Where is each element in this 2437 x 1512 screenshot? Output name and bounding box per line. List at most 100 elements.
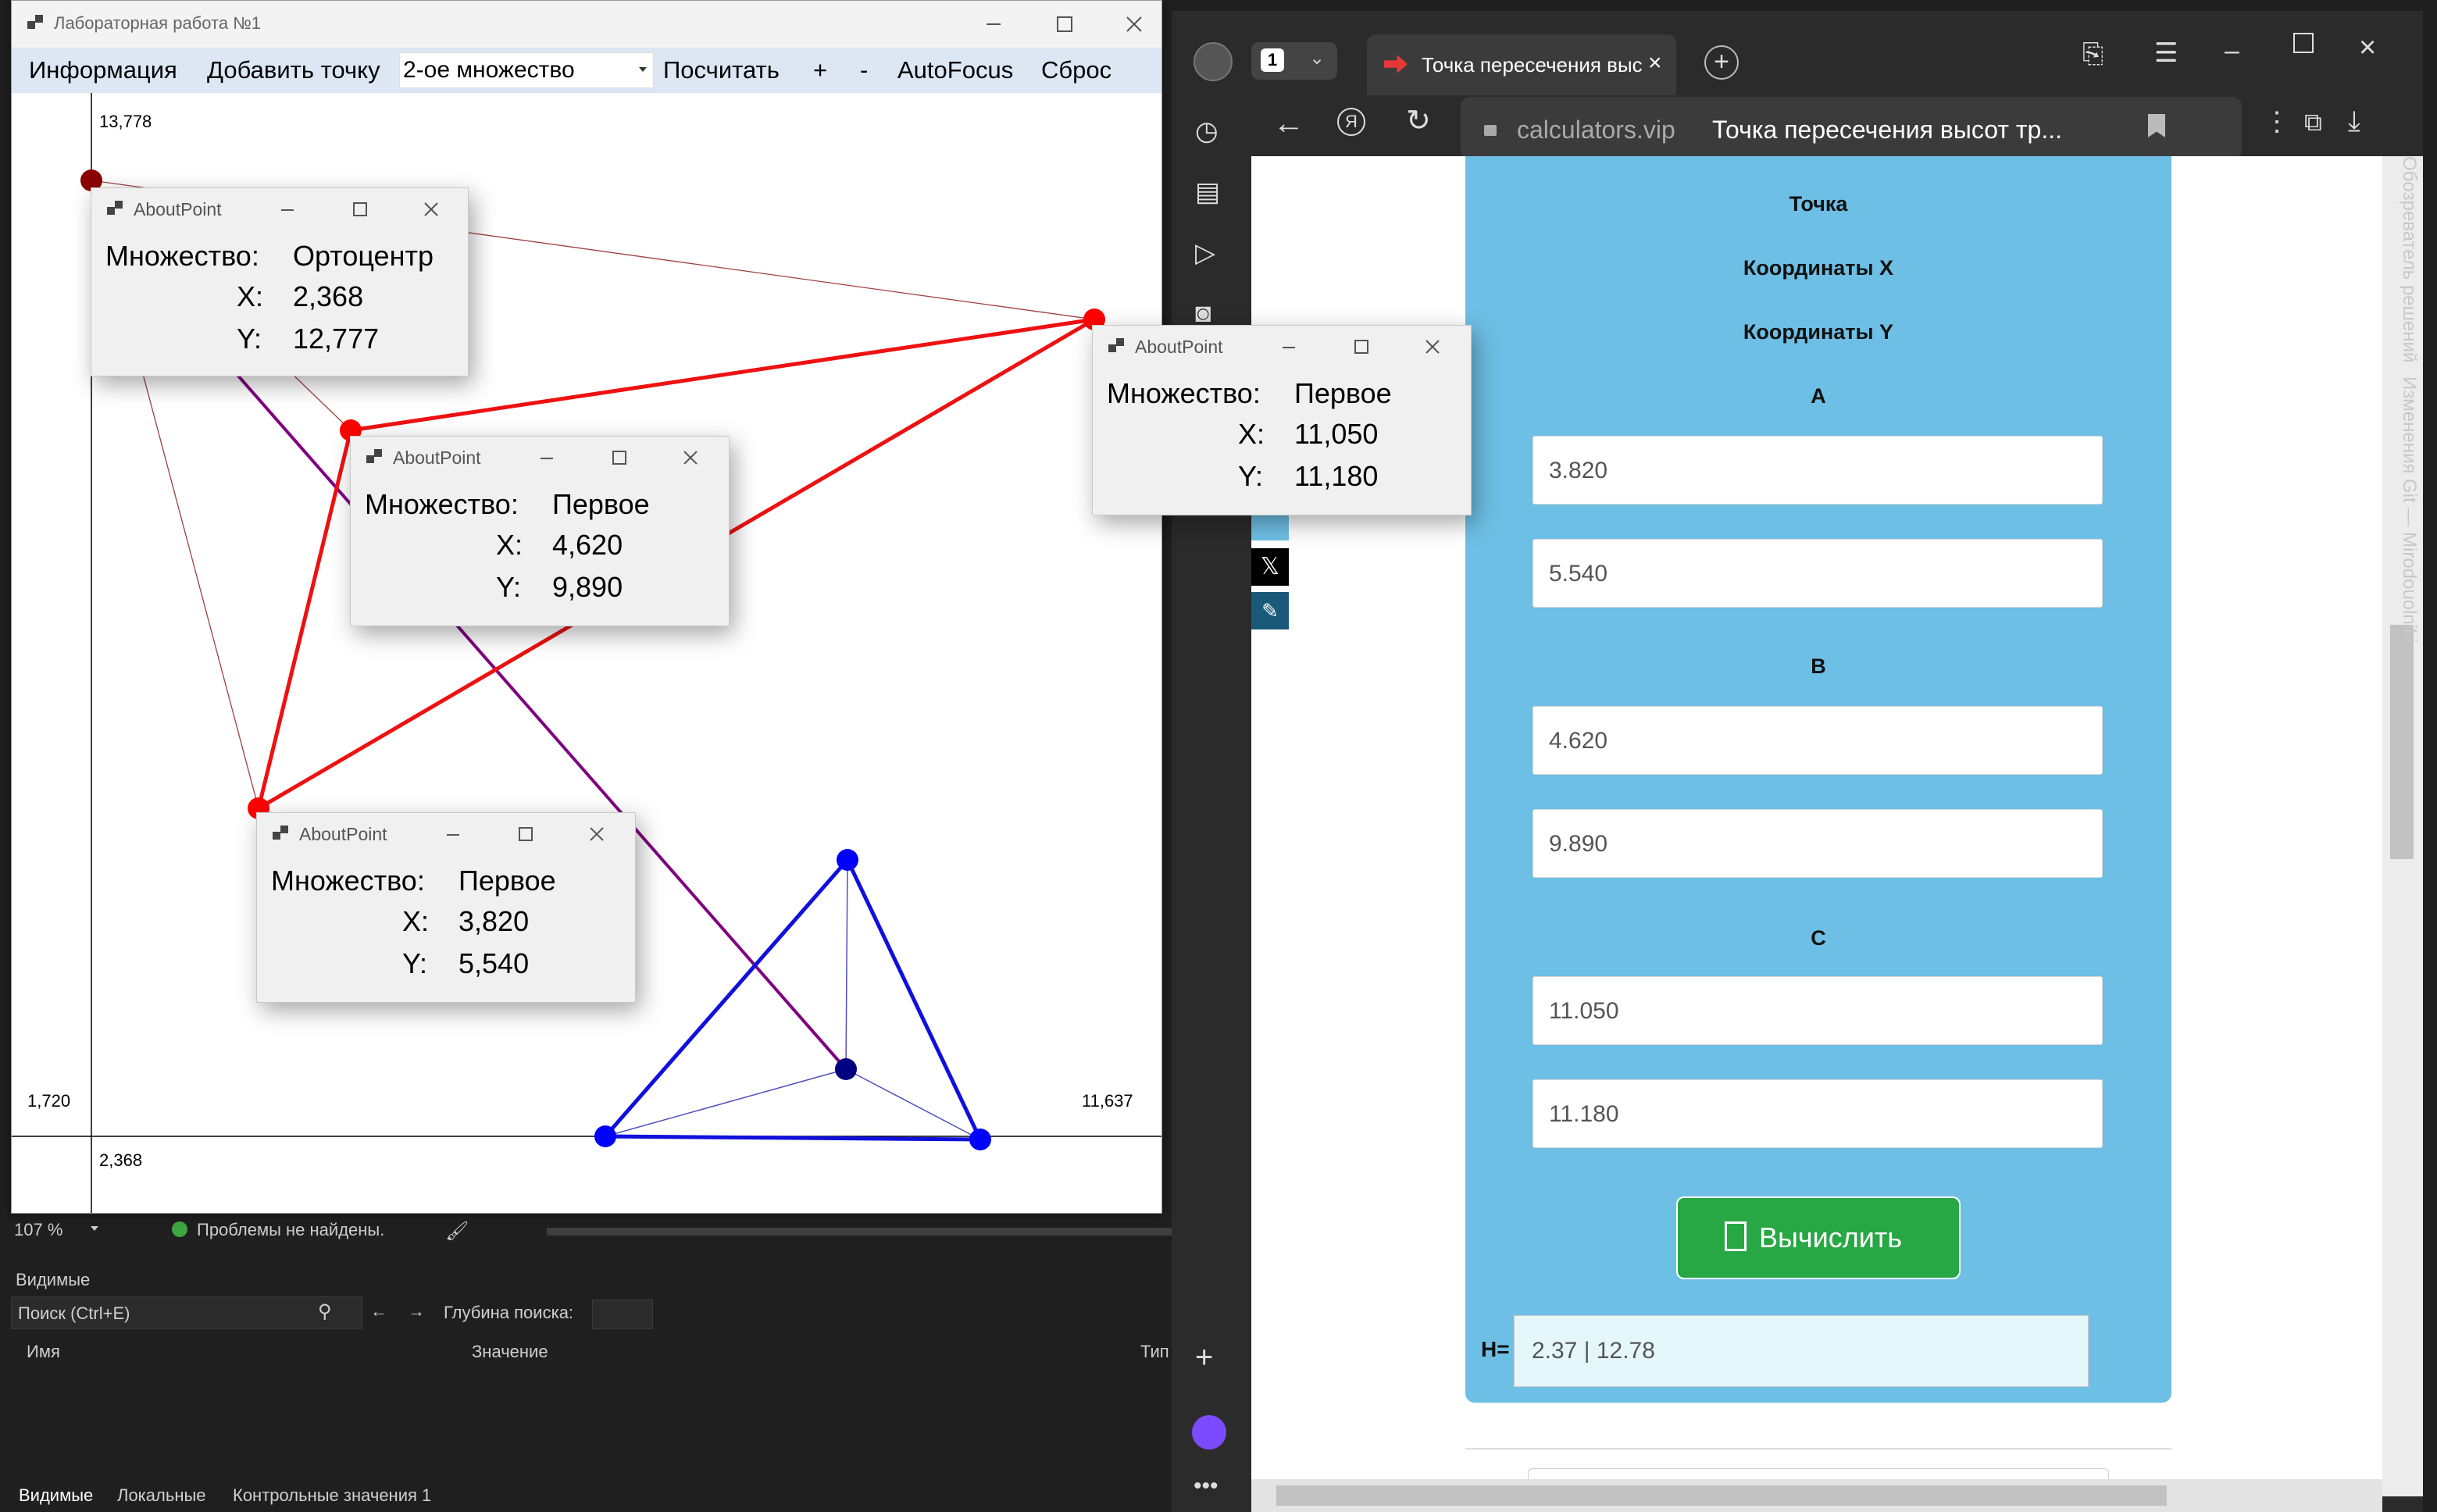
menu-icon[interactable]: ☰ bbox=[2154, 37, 2178, 69]
tab-counter-button[interactable]: 1 ⌄ bbox=[1251, 42, 1337, 80]
browser-tab-active[interactable]: Точка пересечения выс × bbox=[1367, 34, 1676, 95]
forward-arrow-icon[interactable]: → bbox=[408, 1301, 425, 1321]
minimize-icon[interactable] bbox=[268, 191, 307, 227]
more-icon[interactable]: ⋮ bbox=[2264, 106, 2290, 137]
back-arrow-icon[interactable]: ← bbox=[370, 1301, 387, 1321]
about-x-label: X: bbox=[402, 905, 430, 937]
new-tab-icon[interactable]: + bbox=[1704, 45, 1739, 80]
more-dots-icon[interactable]: ••• bbox=[1194, 1473, 1218, 1500]
hscroll-thumb[interactable] bbox=[1276, 1485, 2167, 1506]
browser-sidebar: ◷ ▤ ▷ ◙ + ••• bbox=[1172, 100, 1250, 1512]
bookmarks-icon[interactable]: ⎘ bbox=[2082, 39, 2103, 70]
minimize-icon[interactable] bbox=[958, 1, 1029, 48]
maximize-icon[interactable] bbox=[340, 191, 379, 227]
browser-window: 1 ⌄ Точка пересечения выс × + ⎘ ☰ – × ← … bbox=[1172, 11, 2423, 1512]
minimize-icon[interactable]: – bbox=[2225, 36, 2239, 66]
edit-share-icon[interactable]: ✎ bbox=[1251, 592, 1289, 629]
input-c-y[interactable]: 11.180 bbox=[1532, 1079, 2103, 1148]
watch-search-input[interactable]: Поиск (Ctrl+E) ⚲ bbox=[11, 1296, 362, 1329]
depth-label: Глубина поиска: bbox=[444, 1303, 574, 1322]
point-blue-left[interactable] bbox=[594, 1125, 616, 1147]
maximize-icon[interactable] bbox=[599, 440, 638, 476]
menu-autofocus[interactable]: AutoFocus bbox=[897, 56, 1013, 84]
download-icon[interactable]: ⤓ bbox=[2348, 105, 2360, 138]
menu-add-point[interactable]: Добавить точку bbox=[207, 56, 380, 84]
close-icon[interactable] bbox=[1099, 1, 1169, 48]
notes-icon[interactable]: ▤ bbox=[1195, 177, 1220, 208]
brush-icon[interactable]: 🖌 bbox=[445, 1220, 469, 1243]
menu-reset[interactable]: Сброс bbox=[1041, 56, 1111, 84]
close-icon[interactable]: × bbox=[2359, 31, 2376, 65]
blue-altitude-1 bbox=[845, 859, 848, 1070]
set-select[interactable]: 2-ое множество bbox=[399, 52, 654, 88]
menu-info[interactable]: Информация bbox=[29, 56, 177, 84]
maximize-icon[interactable] bbox=[1029, 1, 1099, 48]
input-a-y[interactable]: 5.540 bbox=[1532, 539, 2103, 608]
about-x-label: X: bbox=[496, 529, 523, 561]
add-panel-icon[interactable]: + bbox=[1195, 1340, 1213, 1375]
bookmark-icon[interactable] bbox=[2148, 114, 2165, 137]
triangle-set2 bbox=[601, 856, 983, 1142]
point-blue-top[interactable] bbox=[837, 849, 858, 871]
depth-select[interactable] bbox=[592, 1300, 653, 1329]
menu-compute[interactable]: Посчитать bbox=[663, 56, 780, 84]
address-bar[interactable]: calculators.vip Точка пересечения высот … bbox=[1461, 97, 2242, 159]
horizontal-scrollbar[interactable] bbox=[547, 1228, 1172, 1236]
menu-minus[interactable]: - bbox=[860, 56, 868, 84]
problems-status: Проблемы не найдены. bbox=[197, 1220, 385, 1239]
lock-icon bbox=[1484, 125, 1497, 136]
close-icon[interactable] bbox=[412, 191, 451, 227]
column-value: Значение bbox=[472, 1342, 548, 1361]
axis-label-y-bottom: 1,720 bbox=[27, 1091, 71, 1111]
point-blue-orthocenter[interactable] bbox=[835, 1058, 857, 1080]
zoom-dropdown-icon[interactable] bbox=[91, 1226, 98, 1231]
input-a-x[interactable]: 3.820 bbox=[1532, 436, 2103, 505]
calculate-button[interactable]: Вычислить bbox=[1676, 1196, 1961, 1279]
minimize-icon[interactable] bbox=[527, 440, 566, 476]
zoom-level[interactable]: 107 % bbox=[14, 1220, 62, 1240]
maximize-icon[interactable] bbox=[2293, 33, 2314, 53]
x-share-icon[interactable]: 𝕏 bbox=[1251, 548, 1289, 586]
tab-close-icon[interactable]: × bbox=[1648, 50, 1662, 77]
divider bbox=[1465, 1448, 2171, 1450]
search-icon[interactable]: ⚲ bbox=[318, 1300, 332, 1323]
back-icon[interactable]: ← bbox=[1273, 106, 1304, 141]
minimize-icon[interactable] bbox=[1269, 329, 1308, 365]
axis-label-x-right: 11,637 bbox=[1082, 1091, 1133, 1111]
maximize-icon[interactable] bbox=[1341, 329, 1380, 365]
about-set-label: Множество: bbox=[271, 865, 425, 897]
close-icon[interactable] bbox=[671, 440, 710, 476]
history-icon[interactable]: ◷ bbox=[1195, 116, 1218, 147]
input-b-y-value: 9.890 bbox=[1549, 831, 1608, 857]
set-select-value: 2-ое множество bbox=[403, 57, 575, 83]
bottom-tab-watch1[interactable]: Контрольные значения 1 bbox=[233, 1485, 431, 1506]
video-icon[interactable]: ▷ bbox=[1195, 237, 1215, 269]
reload-icon[interactable]: ↻ bbox=[1406, 103, 1431, 138]
orthocenter-calculator: Точка Координаты X Координаты Y A 3.820 … bbox=[1465, 156, 2171, 1403]
input-b-y[interactable]: 9.890 bbox=[1532, 809, 2103, 878]
maximize-icon[interactable] bbox=[505, 816, 544, 852]
minimize-icon[interactable] bbox=[434, 816, 473, 852]
input-b-x-value: 4.620 bbox=[1549, 728, 1608, 754]
point-blue-right[interactable] bbox=[969, 1129, 991, 1150]
alice-icon[interactable] bbox=[1192, 1415, 1226, 1450]
page-horizontal-scrollbar[interactable] bbox=[1251, 1479, 2382, 1512]
menu-plus[interactable]: + bbox=[813, 56, 827, 84]
bottom-tab-visible[interactable]: Видимые bbox=[19, 1485, 93, 1506]
about-title: AboutPoint bbox=[393, 448, 481, 468]
chevron-down-icon: ⌄ bbox=[1309, 48, 1326, 69]
bottom-tab-locals[interactable]: Локальные bbox=[117, 1485, 206, 1506]
input-c-x[interactable]: 11.050 bbox=[1532, 976, 2103, 1045]
collections-icon[interactable]: ⧉ bbox=[2304, 108, 2322, 137]
app-icon bbox=[27, 15, 45, 32]
result-field[interactable]: 2.37 | 12.78 bbox=[1514, 1315, 2089, 1387]
lab-title-bar: Лабораторная работа №1 bbox=[12, 1, 1161, 48]
about-point-orthocenter: AboutPoint Множество: Ортоцентр X: 2,368… bbox=[91, 187, 469, 376]
yandex-icon[interactable]: Я bbox=[1337, 108, 1365, 136]
close-icon[interactable] bbox=[577, 816, 616, 852]
profile-avatar[interactable] bbox=[1194, 42, 1233, 81]
input-b-x[interactable]: 4.620 bbox=[1532, 706, 2103, 775]
watch-panel: Видимые Поиск (Ctrl+E) ⚲ ← → Глубина пои… bbox=[0, 1250, 1172, 1512]
close-icon[interactable] bbox=[1413, 329, 1452, 365]
scroll-thumb[interactable] bbox=[2390, 625, 2414, 859]
